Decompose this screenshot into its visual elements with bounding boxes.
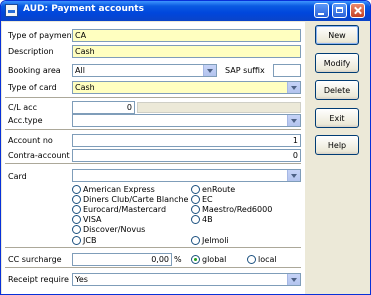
type-of-payment-field[interactable]: CA <box>72 29 301 42</box>
chevron-down-icon[interactable] <box>287 82 300 93</box>
cc-surcharge-field[interactable]: 0,00 <box>72 253 172 266</box>
divider <box>5 267 301 269</box>
acc-type-label: Acc.type <box>8 116 43 125</box>
cc-surcharge-label: CC surcharge <box>8 255 62 264</box>
card-option-label: Eurocard/Mastercard <box>83 205 167 214</box>
acc-type-select[interactable] <box>72 114 301 127</box>
scope-global-radio[interactable] <box>191 255 200 264</box>
card-option-label: Discover/Novus <box>83 225 146 234</box>
booking-area-label: Booking area <box>8 66 61 75</box>
window-title: AUD: Payment accounts <box>23 4 144 14</box>
card-option-radio[interactable] <box>72 215 81 224</box>
help-button[interactable]: Help <box>315 135 359 155</box>
card-option-radio[interactable] <box>72 236 81 245</box>
scope-local-radio[interactable] <box>247 255 256 264</box>
description-field[interactable]: Cash <box>72 45 301 58</box>
card-option-label: American Express <box>83 185 155 194</box>
card-option-label: 4B <box>202 215 213 224</box>
type-of-card-value: Cash <box>75 83 95 92</box>
receipt-required-label: Receipt require <box>8 275 69 284</box>
app-icon <box>5 4 18 17</box>
chevron-down-icon[interactable] <box>203 65 216 76</box>
scope-local-label: local <box>258 255 277 264</box>
close-icon[interactable] <box>350 3 365 18</box>
card-option-radio[interactable] <box>191 205 200 214</box>
divider <box>5 163 301 165</box>
type-of-card-select[interactable]: Cash <box>72 81 301 94</box>
maximize-icon[interactable] <box>332 3 347 18</box>
card-option-radio[interactable] <box>72 195 81 204</box>
form-panel: Type of payment CA Description Cash Book… <box>2 22 305 294</box>
scope-global-label: global <box>202 255 227 264</box>
chevron-down-icon[interactable] <box>287 115 300 126</box>
percent-unit: % <box>174 255 182 264</box>
receipt-required-select[interactable]: Yes <box>72 273 301 286</box>
account-no-field[interactable]: 1 <box>72 134 301 147</box>
type-of-card-label: Type of card <box>8 83 57 92</box>
title-bar[interactable]: AUD: Payment accounts <box>1 1 370 21</box>
description-label: Description <box>8 47 54 56</box>
exit-button[interactable]: Exit <box>315 108 359 128</box>
divider <box>5 129 301 131</box>
card-option-label: VISA <box>83 215 102 224</box>
divider <box>5 247 301 249</box>
chevron-down-icon[interactable] <box>287 274 300 285</box>
contra-account-label: Contra-account <box>8 151 70 160</box>
card-select[interactable] <box>72 169 301 182</box>
card-option-label: enRoute <box>202 185 236 194</box>
card-option-label: Jelmoli <box>202 236 229 245</box>
payment-accounts-window: AUD: Payment accounts Type of payment CA… <box>0 0 371 295</box>
receipt-required-value: Yes <box>75 275 88 284</box>
card-option-label: EC <box>202 195 213 204</box>
cl-acc-name-display <box>137 102 301 113</box>
booking-area-select[interactable]: All <box>72 64 217 77</box>
card-option-label: Maestro/Red6000 <box>202 205 273 214</box>
cl-acc-label: C/L acc <box>8 103 37 112</box>
card-option-label: Diners Club/Carte Blanche <box>83 195 189 204</box>
minimize-icon[interactable] <box>314 3 329 18</box>
contra-account-field[interactable]: 0 <box>72 149 301 162</box>
card-option-radio[interactable] <box>191 215 200 224</box>
sap-suffix-field[interactable] <box>273 64 301 77</box>
account-no-label: Account no <box>8 136 53 145</box>
card-option-label: JCB <box>83 236 97 245</box>
card-label: Card <box>8 172 27 181</box>
sap-suffix-label: SAP suffix <box>225 66 265 75</box>
card-option-radio[interactable] <box>72 185 81 194</box>
cl-acc-field[interactable]: 0 <box>72 101 135 114</box>
chevron-down-icon[interactable] <box>287 170 300 181</box>
card-option-radio[interactable] <box>72 225 81 234</box>
divider <box>5 97 301 99</box>
booking-area-value: All <box>75 66 85 75</box>
modify-button[interactable]: Modify <box>315 53 359 73</box>
type-of-payment-label: Type of payment <box>8 31 75 40</box>
new-button[interactable]: New <box>315 25 359 45</box>
card-option-radio[interactable] <box>191 185 200 194</box>
card-option-radio[interactable] <box>72 205 81 214</box>
card-option-radio[interactable] <box>191 236 200 245</box>
delete-button[interactable]: Delete <box>315 80 359 100</box>
card-option-radio[interactable] <box>191 195 200 204</box>
